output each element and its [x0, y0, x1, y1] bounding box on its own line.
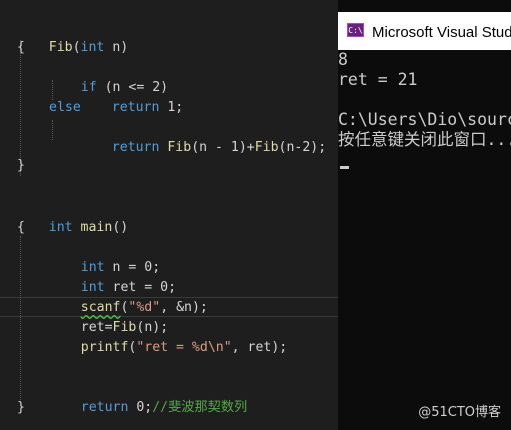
code-line[interactable]: return Fib(n - 1)+Fib(n-2); [80, 118, 326, 155]
watermark: @51CTO博客 [418, 405, 501, 420]
console-output-line: 8 [338, 50, 348, 69]
code-line[interactable]: if (n <= 2) [49, 58, 168, 95]
code-comment: //斐波那契数列 [152, 400, 248, 415]
code-line[interactable]: } [17, 398, 25, 418]
code-line[interactable]: return 1; [80, 78, 183, 115]
function-name: Fib [254, 140, 279, 155]
debug-console-window[interactable]: C:\ Microsoft Visual Studio 调试控制台 8 ret … [338, 0, 511, 430]
punctuation: ( [72, 40, 81, 55]
code-line[interactable]: { [17, 218, 25, 238]
code-text: (n - 1)+ [191, 140, 255, 155]
function-name: Fib [167, 140, 192, 155]
code-text: () [112, 220, 129, 235]
console-output-line: ret = 21 [338, 70, 418, 89]
code-text: 1; [159, 100, 184, 115]
code-text: 0; [128, 400, 153, 415]
indent-guide [52, 120, 53, 140]
console-cursor [340, 166, 349, 169]
console-output-line: C:\Users\Dio\source\repos [338, 110, 511, 129]
console-title-bar[interactable]: C:\ Microsoft Visual Studio 调试控制台 [338, 12, 511, 50]
keyword: return [111, 140, 160, 155]
window-title: Microsoft Visual Studio 调试控制台 [372, 24, 511, 41]
code-text: , ret); [231, 340, 288, 355]
code-line[interactable]: ret=Fib(n); [49, 298, 168, 335]
code-line[interactable]: scanf("%d", &n); [49, 278, 208, 315]
keyword: int [48, 220, 73, 235]
code-line[interactable]: return 0;//斐波那契数列 [49, 378, 247, 415]
code-text: n) [104, 40, 129, 55]
keyword: int [80, 40, 105, 55]
indent-guide [20, 236, 21, 400]
code-line[interactable]: int main() [17, 198, 128, 235]
code-line[interactable]: printf("ret = %d\n", ret); [49, 318, 287, 355]
keyword: return [111, 100, 160, 115]
function-name: main [80, 220, 113, 235]
code-text: (n-2); [278, 140, 327, 155]
code-line[interactable]: } [17, 156, 25, 176]
code-line[interactable]: { [17, 38, 25, 58]
code-editor[interactable]: Fib(int n) { if (n <= 2) return 1; else … [0, 0, 338, 430]
string-literal: "ret = %d\n" [136, 340, 232, 355]
code-line[interactable]: else [49, 98, 81, 118]
visual-studio-icon: C:\ [347, 23, 364, 37]
code-line[interactable]: int n = 0; [49, 238, 160, 275]
function-name: printf [80, 340, 129, 355]
code-line[interactable]: int ret = 0; [49, 258, 176, 295]
console-output-line: 按任意键关闭此窗口... [338, 130, 511, 149]
function-name: Fib [48, 40, 73, 55]
keyword: return [80, 400, 129, 415]
code-line[interactable]: Fib(int n) [17, 18, 128, 55]
